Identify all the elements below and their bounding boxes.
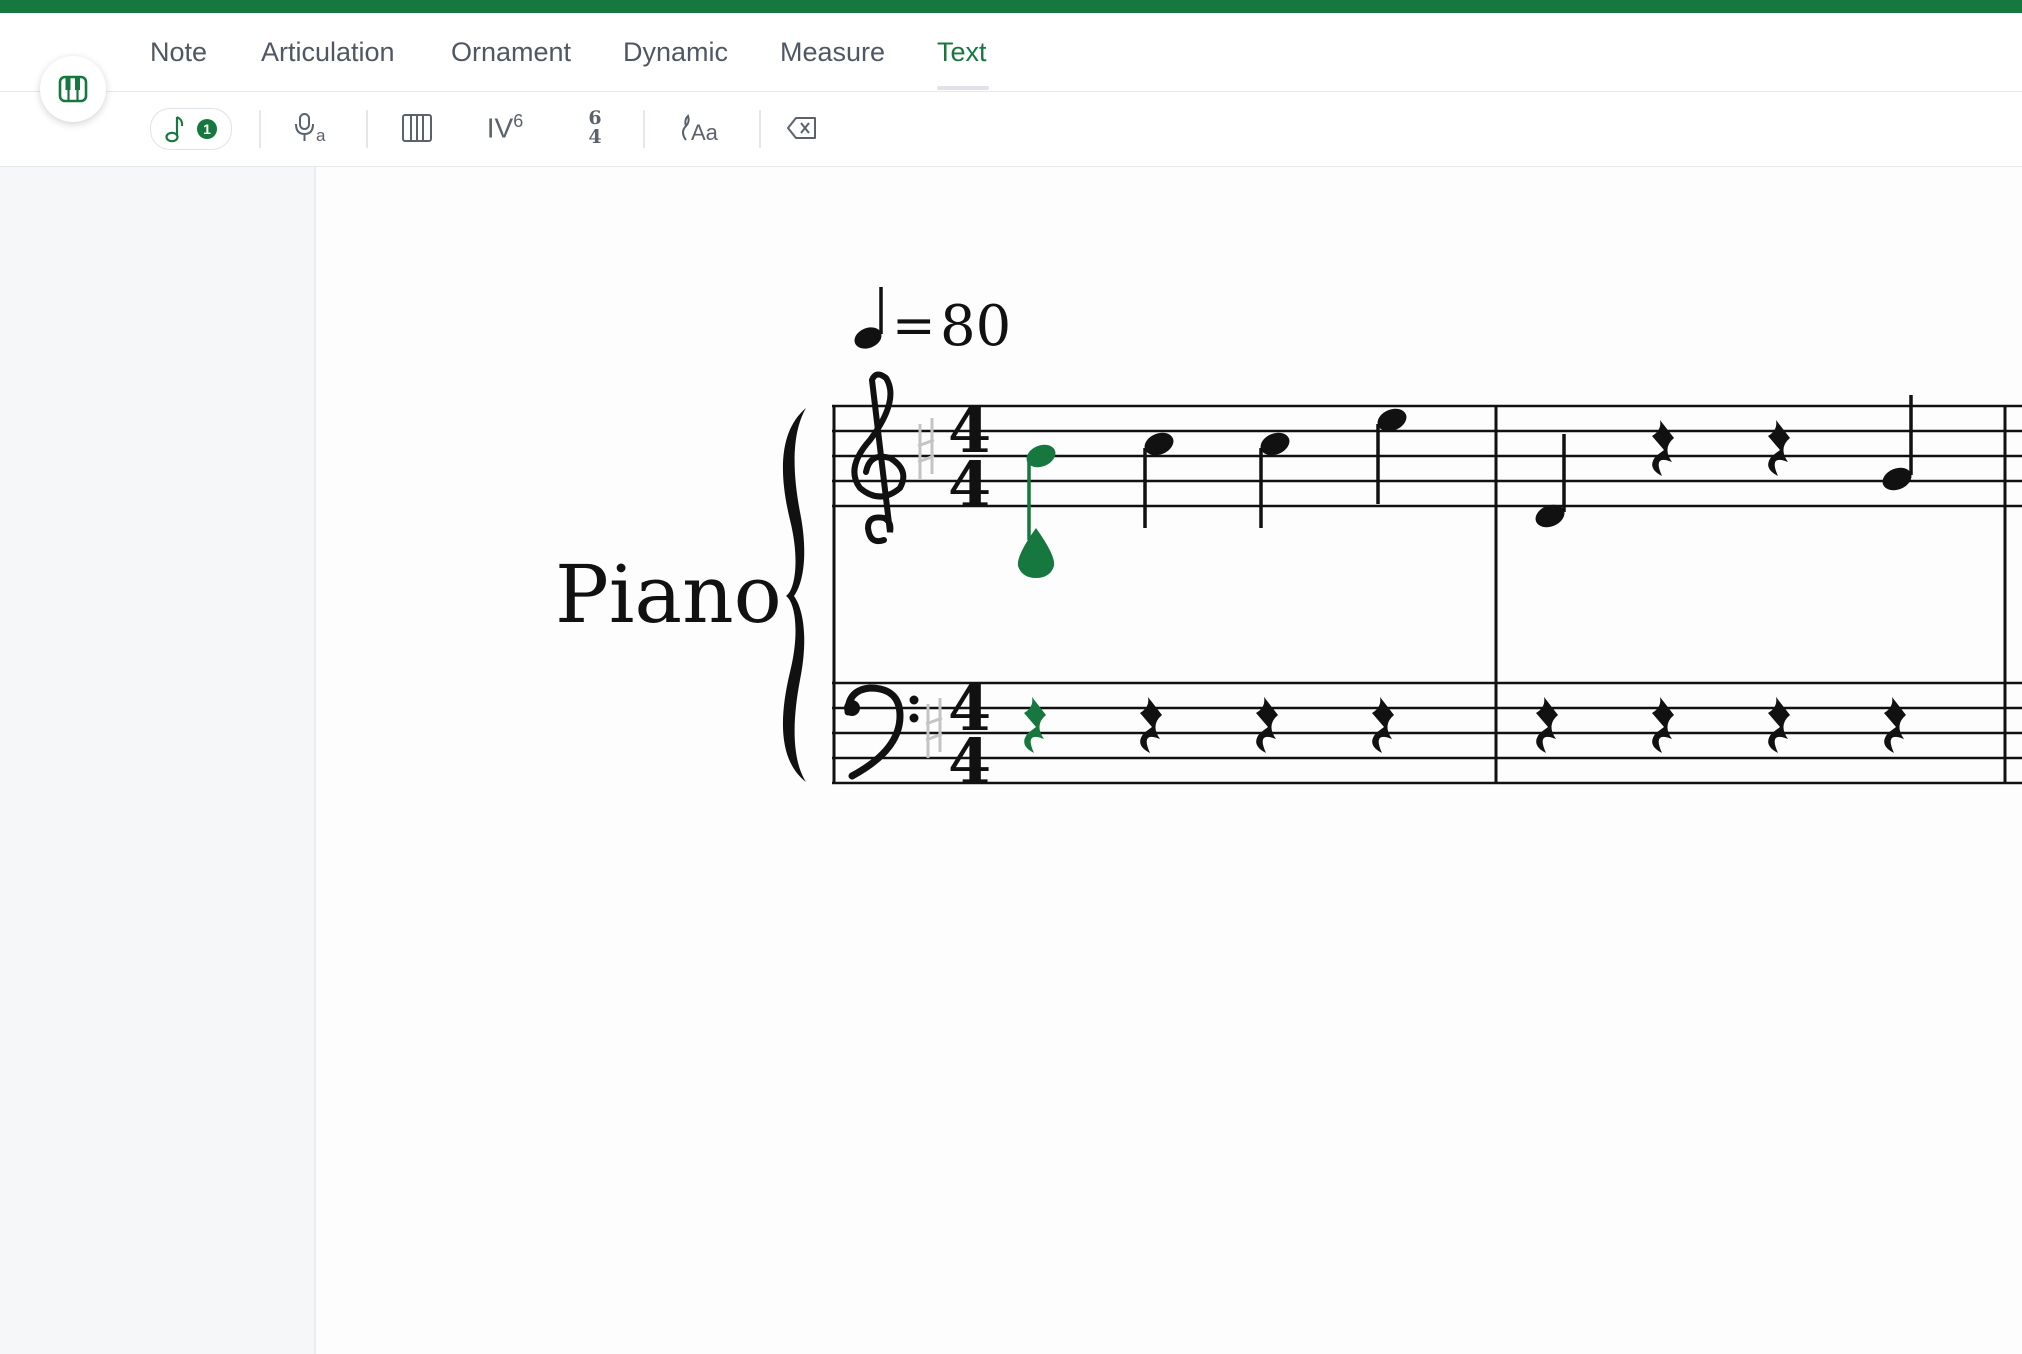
bass-rest[interactable]: [1256, 697, 1278, 753]
treble-note[interactable]: [1879, 395, 1915, 494]
time-signature: 4 4 4 4: [948, 394, 991, 798]
treble-note[interactable]: [1257, 429, 1293, 528]
bass-rest[interactable]: [1140, 697, 1162, 753]
bass-rest-selected[interactable]: [1024, 697, 1046, 753]
treble-note[interactable]: [1532, 434, 1568, 531]
bass-rest[interactable]: [1372, 697, 1394, 753]
treble-note[interactable]: [1374, 405, 1410, 504]
score-notation: 4 4 4 4: [782, 287, 2022, 798]
grand-staff-brace: [782, 408, 806, 782]
time-sig-bass-bottom: 4: [948, 725, 991, 798]
tempo-quarter-note: [854, 287, 883, 349]
bass-rest[interactable]: [1884, 697, 1906, 753]
treble-staff: [832, 404, 2022, 508]
bass-staff: [832, 681, 2022, 785]
treble-clef: [851, 371, 907, 545]
time-sig-treble-bottom: 4: [948, 448, 991, 521]
bass-rest[interactable]: [1652, 697, 1674, 753]
bass-rest[interactable]: [1536, 697, 1558, 753]
bass-rest[interactable]: [1768, 697, 1790, 753]
treble-note[interactable]: [1141, 429, 1177, 528]
barlines: [832, 406, 2007, 783]
treble-rest[interactable]: [1768, 420, 1790, 476]
treble-rest[interactable]: [1652, 420, 1674, 476]
treble-note-selected[interactable]: [1023, 441, 1059, 540]
note-input-cursor[interactable]: [1017, 528, 1055, 578]
